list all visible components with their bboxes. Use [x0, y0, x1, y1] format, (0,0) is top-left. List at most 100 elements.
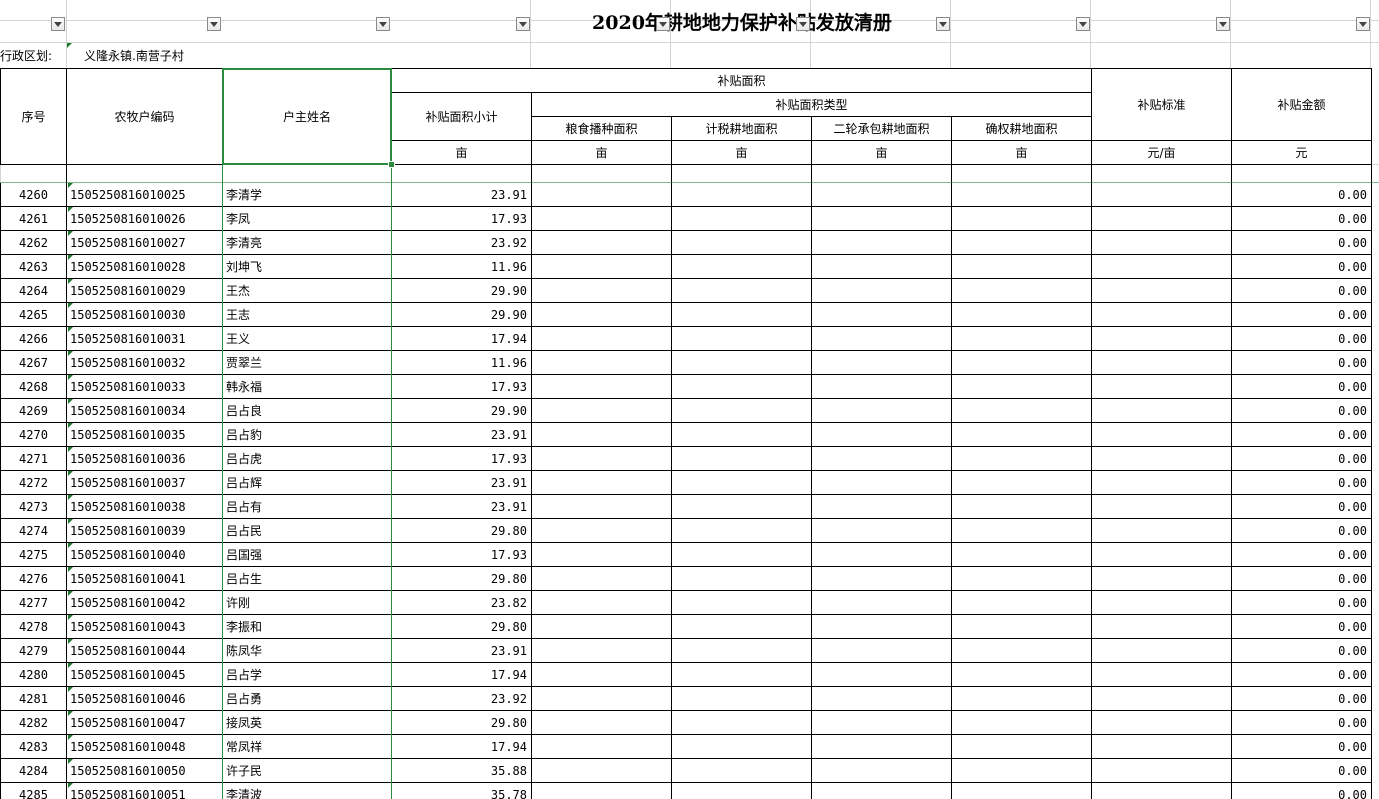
cell-grain-area[interactable]	[532, 783, 672, 799]
cell-tax-area[interactable]	[672, 687, 812, 711]
cell-standard[interactable]	[1092, 735, 1232, 759]
cell-confirmed-area[interactable]	[952, 351, 1092, 375]
cell-area-subtotal[interactable]: 23.91	[392, 495, 532, 519]
cell-standard[interactable]	[1092, 423, 1232, 447]
cell-area-subtotal[interactable]: 29.90	[392, 303, 532, 327]
cell-amount[interactable]: 0.00	[1232, 591, 1372, 615]
cell-confirmed-area[interactable]	[952, 279, 1092, 303]
cell-grain-area[interactable]	[532, 567, 672, 591]
cell-grain-area[interactable]	[532, 351, 672, 375]
cell-tax-area[interactable]	[672, 591, 812, 615]
cell-area-subtotal[interactable]: 23.91	[392, 471, 532, 495]
cell-owner-name[interactable]: 李振和	[223, 615, 392, 639]
cell-standard[interactable]	[1092, 615, 1232, 639]
cell-seq[interactable]: 4263	[0, 255, 67, 279]
cell-owner-name[interactable]: 贾翠兰	[223, 351, 392, 375]
cell-amount[interactable]: 0.00	[1232, 183, 1372, 207]
cell-tax-area[interactable]	[672, 423, 812, 447]
cell-selection[interactable]	[222, 68, 392, 165]
cell-standard[interactable]	[1092, 327, 1232, 351]
cell-confirmed-area[interactable]	[952, 423, 1092, 447]
cell-amount[interactable]: 0.00	[1232, 399, 1372, 423]
unit-subtotal[interactable]: 亩	[392, 141, 532, 165]
cell-household-code[interactable]: 1505250816010041	[67, 567, 223, 591]
cell-grain-area[interactable]	[532, 495, 672, 519]
cell-area-subtotal[interactable]: 23.92	[392, 231, 532, 255]
cell-owner-name[interactable]: 吕占有	[223, 495, 392, 519]
cell-tax-area[interactable]	[672, 519, 812, 543]
cell-standard[interactable]	[1092, 471, 1232, 495]
cell-owner-name[interactable]: 李清波	[223, 783, 392, 799]
cell-owner-name[interactable]: 吕占学	[223, 663, 392, 687]
cell-household-code[interactable]: 1505250816010037	[67, 471, 223, 495]
sheet-title[interactable]: 2020年耕地地力保护补贴发放清册	[392, 0, 1092, 42]
cell-confirmed-area[interactable]	[952, 447, 1092, 471]
cell-household-code[interactable]: 1505250816010030	[67, 303, 223, 327]
header-grain-area[interactable]: 粮食播种面积	[532, 117, 672, 141]
region-label[interactable]: 行政区划:	[0, 43, 52, 67]
cell-owner-name[interactable]: 吕占勇	[223, 687, 392, 711]
cell-amount[interactable]: 0.00	[1232, 423, 1372, 447]
cell-tax-area[interactable]	[672, 783, 812, 799]
cell-owner-name[interactable]: 韩永福	[223, 375, 392, 399]
cell-amount[interactable]: 0.00	[1232, 711, 1372, 735]
cell-amount[interactable]: 0.00	[1232, 327, 1372, 351]
cell-amount[interactable]: 0.00	[1232, 543, 1372, 567]
cell-amount[interactable]: 0.00	[1232, 519, 1372, 543]
cell-seq[interactable]: 4284	[0, 759, 67, 783]
cell-amount[interactable]: 0.00	[1232, 735, 1372, 759]
cell-seq[interactable]: 4279	[0, 639, 67, 663]
cell-standard[interactable]	[1092, 759, 1232, 783]
fill-handle[interactable]	[388, 161, 395, 168]
cell-area-subtotal[interactable]: 29.90	[392, 399, 532, 423]
filter-dropdown-icon[interactable]	[51, 17, 65, 31]
cell-seq[interactable]: 4285	[0, 783, 67, 799]
cell-contract-area[interactable]	[812, 279, 952, 303]
filter-dropdown-icon[interactable]	[1216, 17, 1230, 31]
cell-tax-area[interactable]	[672, 183, 812, 207]
cell-household-code[interactable]: 1505250816010046	[67, 687, 223, 711]
cell-household-code[interactable]: 1505250816010050	[67, 759, 223, 783]
filter-dropdown-icon[interactable]	[516, 17, 530, 31]
cell-confirmed-area[interactable]	[952, 639, 1092, 663]
cell-standard[interactable]	[1092, 255, 1232, 279]
cell-contract-area[interactable]	[812, 591, 952, 615]
cell-seq[interactable]: 4271	[0, 447, 67, 471]
cell-household-code[interactable]: 1505250816010045	[67, 663, 223, 687]
cell-contract-area[interactable]	[812, 543, 952, 567]
cell-household-code[interactable]: 1505250816010028	[67, 255, 223, 279]
filter-dropdown-icon[interactable]	[936, 17, 950, 31]
cell-grain-area[interactable]	[532, 279, 672, 303]
cell-owner-name[interactable]: 许刚	[223, 591, 392, 615]
cell-household-code[interactable]: 1505250816010040	[67, 543, 223, 567]
cell-seq[interactable]: 4262	[0, 231, 67, 255]
header-area-subtotal[interactable]: 补贴面积小计	[392, 93, 532, 141]
cell-household-code[interactable]: 1505250816010051	[67, 783, 223, 799]
cell-contract-area[interactable]	[812, 303, 952, 327]
header-confirmed-area[interactable]: 确权耕地面积	[952, 117, 1092, 141]
header-household-code[interactable]: 农牧户编码	[67, 68, 223, 165]
cell-confirmed-area[interactable]	[952, 759, 1092, 783]
cell-household-code[interactable]: 1505250816010033	[67, 375, 223, 399]
cell-owner-name[interactable]: 刘坤飞	[223, 255, 392, 279]
cell-grain-area[interactable]	[532, 327, 672, 351]
cell-confirmed-area[interactable]	[952, 519, 1092, 543]
cell-standard[interactable]	[1092, 399, 1232, 423]
cell-amount[interactable]: 0.00	[1232, 447, 1372, 471]
cell-seq[interactable]: 4274	[0, 519, 67, 543]
cell-seq[interactable]: 4270	[0, 423, 67, 447]
cell-seq[interactable]: 4266	[0, 327, 67, 351]
cell-grain-area[interactable]	[532, 231, 672, 255]
cell-tax-area[interactable]	[672, 303, 812, 327]
cell-amount[interactable]: 0.00	[1232, 279, 1372, 303]
cell-confirmed-area[interactable]	[952, 735, 1092, 759]
cell-grain-area[interactable]	[532, 207, 672, 231]
cell-owner-name[interactable]: 吕占生	[223, 567, 392, 591]
cell-area-subtotal[interactable]: 17.93	[392, 543, 532, 567]
cell-area-subtotal[interactable]: 17.93	[392, 375, 532, 399]
cell-household-code[interactable]: 1505250816010043	[67, 615, 223, 639]
cell-seq[interactable]: 4280	[0, 663, 67, 687]
cell-owner-name[interactable]: 吕占民	[223, 519, 392, 543]
cell-standard[interactable]	[1092, 711, 1232, 735]
cell-area-subtotal[interactable]: 23.91	[392, 423, 532, 447]
